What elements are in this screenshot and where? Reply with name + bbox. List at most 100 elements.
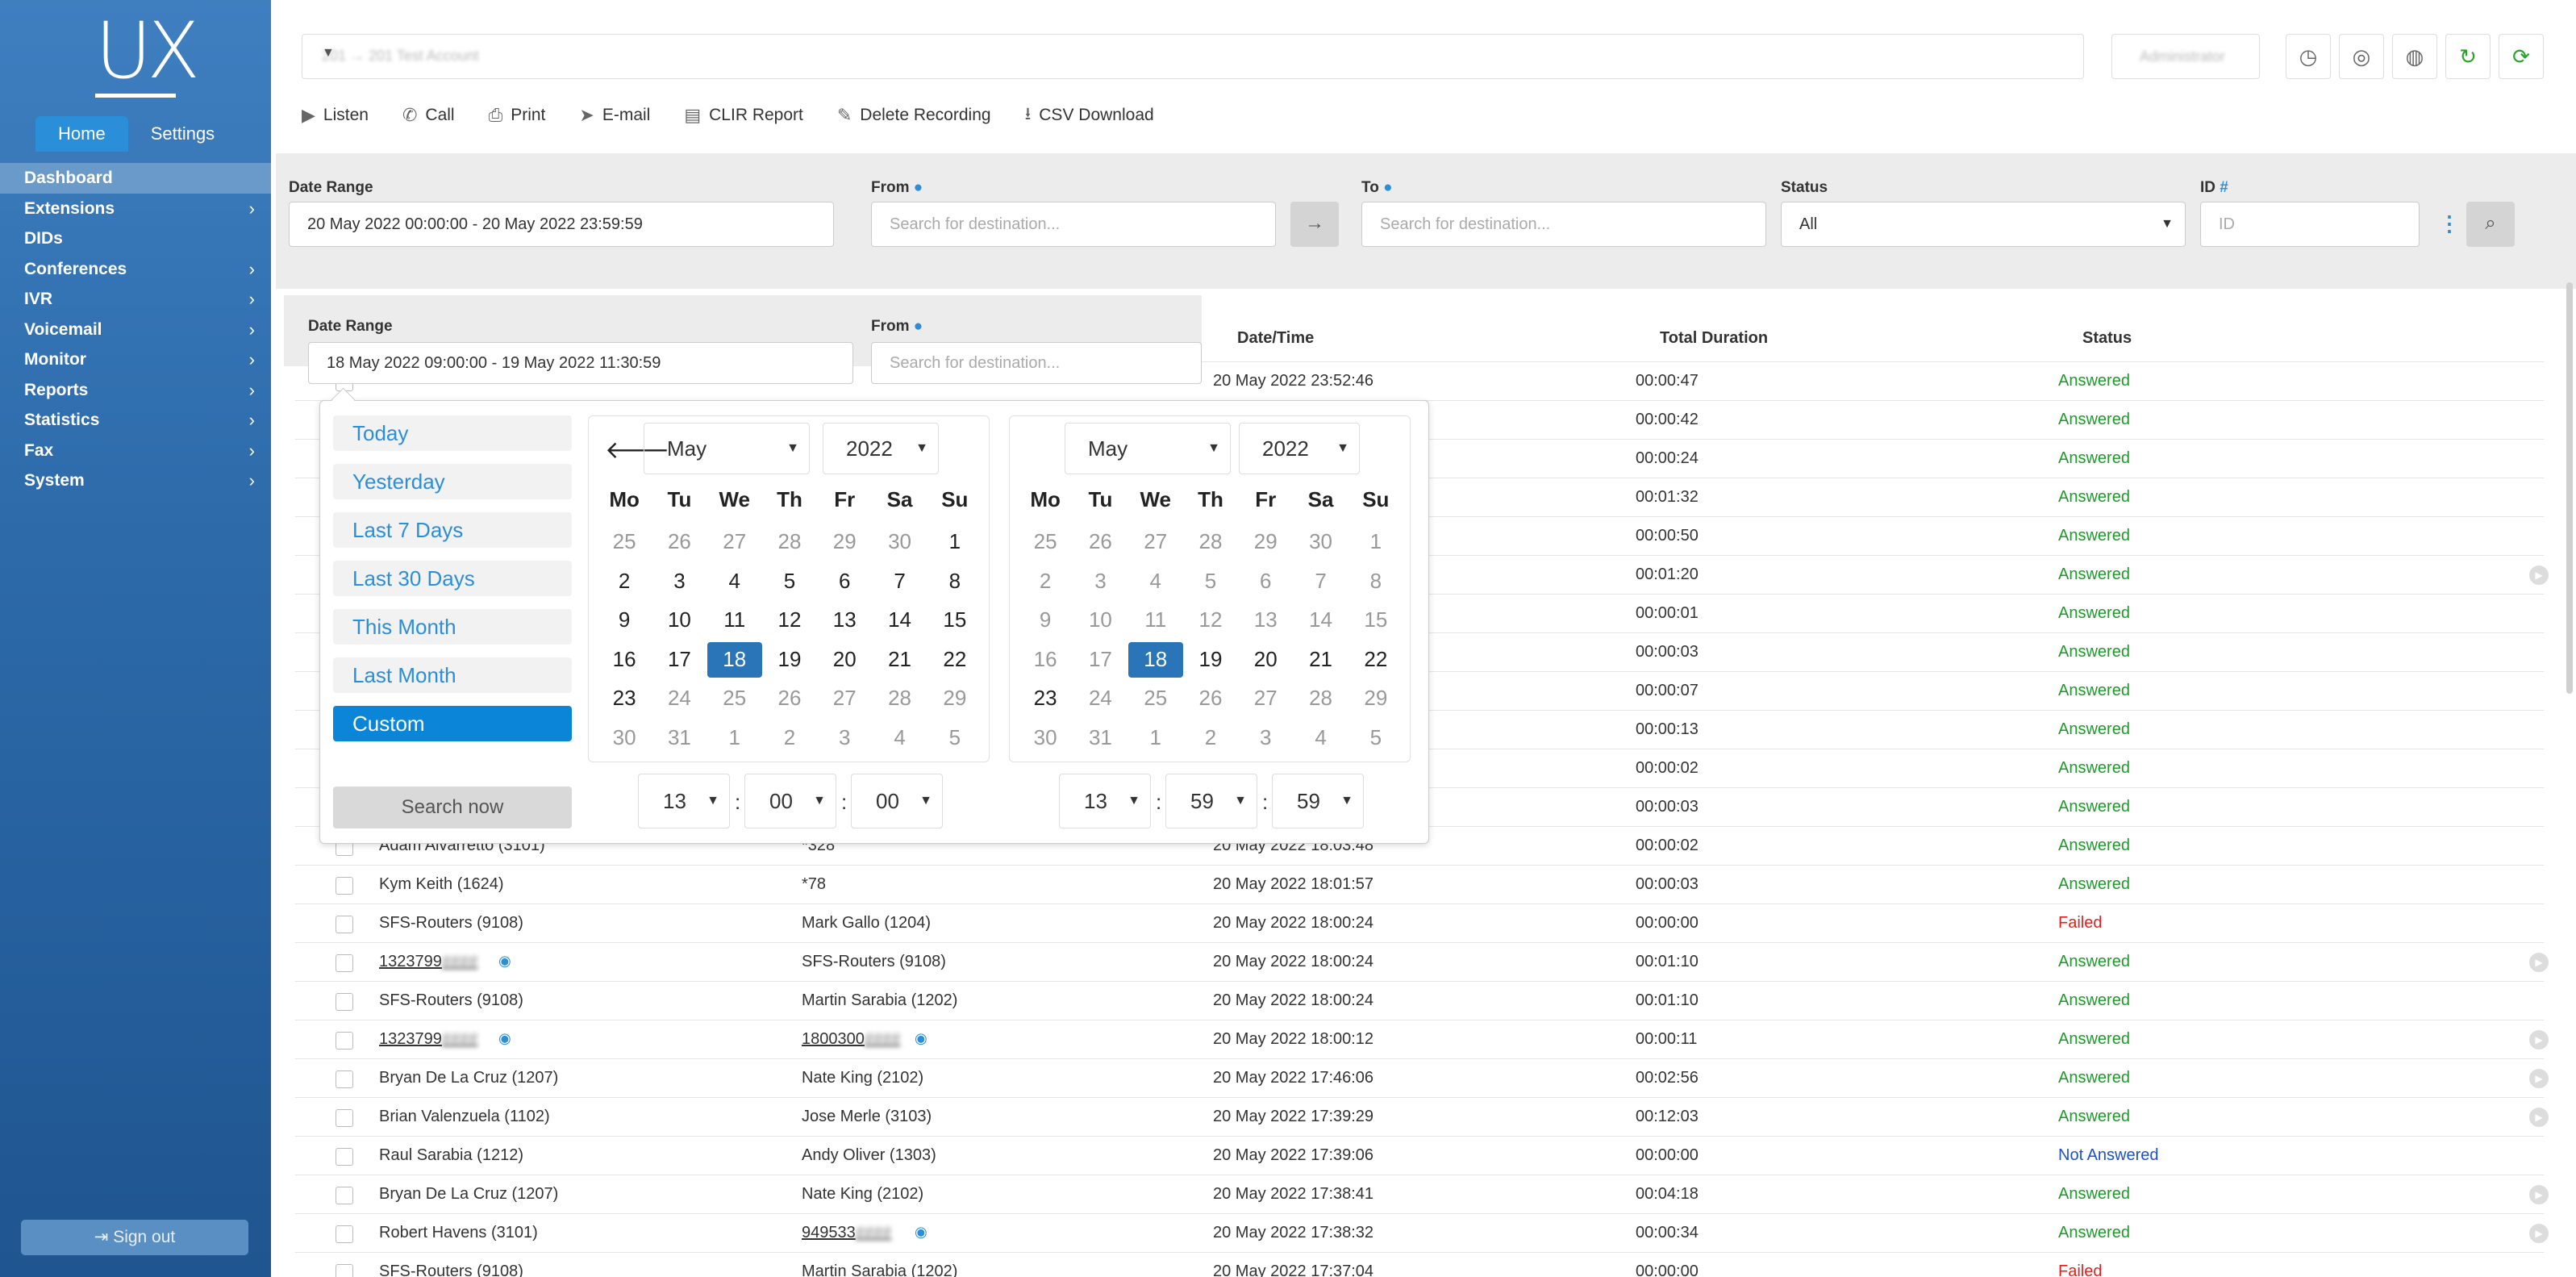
day-cell[interactable]: 5: [927, 719, 982, 758]
day-cell[interactable]: 13: [1238, 601, 1293, 641]
day-cell[interactable]: 6: [1238, 562, 1293, 602]
day-cell[interactable]: 25: [1018, 523, 1073, 562]
day-cell[interactable]: 22: [927, 641, 982, 680]
day-cell[interactable]: 20: [817, 641, 872, 680]
row-checkbox[interactable]: [336, 916, 353, 933]
sidebar-item-conferences[interactable]: Conferences ›: [0, 254, 271, 285]
day-cell[interactable]: 30: [597, 719, 652, 758]
day-cell[interactable]: 29: [1348, 679, 1403, 719]
email-button[interactable]: ➤ E-mail: [579, 100, 650, 131]
search-now-button[interactable]: Search now: [333, 787, 572, 828]
day-cell[interactable]: 28: [1293, 679, 1348, 719]
day-cell[interactable]: 18: [707, 641, 762, 678]
play-icon[interactable]: ▶: [2529, 565, 2549, 585]
sidebar-item-ivr[interactable]: IVR ›: [0, 284, 271, 315]
year-select-left[interactable]: 2022 ▼: [823, 423, 939, 474]
day-cell[interactable]: 5: [1348, 719, 1403, 758]
day-cell[interactable]: 23: [597, 679, 652, 719]
day-cell[interactable]: 13: [817, 601, 872, 641]
scrollbar[interactable]: [2566, 282, 2573, 694]
cell-from[interactable]: 1323799####: [379, 1030, 477, 1049]
day-cell[interactable]: 3: [1073, 562, 1128, 602]
day-cell[interactable]: 3: [1238, 719, 1293, 758]
day-cell[interactable]: 8: [1348, 562, 1403, 602]
range-today[interactable]: Today: [333, 415, 572, 451]
call-icon[interactable]: ◉: [498, 953, 511, 970]
tab-home[interactable]: Home: [35, 116, 128, 152]
day-cell[interactable]: 4: [1293, 719, 1348, 758]
second-select-left[interactable]: 00 ▼: [851, 774, 943, 828]
user-button[interactable]: Administrator: [2111, 34, 2260, 79]
range-last-30-days[interactable]: Last 30 Days: [333, 561, 572, 596]
day-cell[interactable]: 4: [707, 562, 762, 602]
row-checkbox[interactable]: [336, 1032, 353, 1050]
table-row[interactable]: Raul Sarabia (1212) Andy Oliver (1303) 20 …: [295, 1136, 2544, 1175]
day-cell[interactable]: 2: [597, 562, 652, 602]
table-row[interactable]: Bryan De La Cruz (1207) Nate King (2102) 2…: [295, 1058, 2549, 1097]
day-cell[interactable]: 28: [872, 679, 927, 719]
day-cell[interactable]: 9: [597, 601, 652, 641]
day-cell[interactable]: 27: [707, 523, 762, 562]
day-cell[interactable]: 14: [872, 601, 927, 641]
second-select-right[interactable]: 59 ▼: [1272, 774, 1364, 828]
day-cell[interactable]: 16: [1018, 641, 1073, 680]
sign-out-button[interactable]: ⇥ Sign out: [21, 1220, 248, 1255]
table-row[interactable]: SFS-Routers (9108) Martin Sarabia (1202) 2…: [295, 1252, 2544, 1277]
call-icon[interactable]: ◉: [915, 1030, 927, 1047]
day-cell[interactable]: 4: [872, 719, 927, 758]
day-cell[interactable]: 1: [927, 523, 982, 562]
day-cell[interactable]: 19: [1183, 641, 1238, 680]
sidebar-item-monitor[interactable]: Monitor ›: [0, 344, 271, 375]
search-button[interactable]: ⌕: [2466, 202, 2515, 247]
row-checkbox[interactable]: [336, 1070, 353, 1088]
table-row[interactable]: Robert Havens (3101) 949533#### ◉ 20 May 20…: [295, 1213, 2549, 1252]
account-select[interactable]: 201 → 201 Test Account ▼: [302, 34, 2084, 79]
day-cell[interactable]: 31: [1073, 719, 1128, 758]
clock-icon[interactable]: ◷: [2286, 34, 2331, 79]
hour-select-right[interactable]: 13 ▼: [1059, 774, 1151, 828]
day-cell[interactable]: 24: [1073, 679, 1128, 719]
sidebar-item-dids[interactable]: DIDs: [0, 223, 271, 254]
date-range-input[interactable]: 20 May 2022 00:00:00 - 20 May 2022 23:59…: [289, 202, 834, 247]
range-last-7-days[interactable]: Last 7 Days: [333, 512, 572, 548]
range-yesterday[interactable]: Yesterday: [333, 464, 572, 499]
day-cell[interactable]: 17: [1073, 641, 1128, 680]
row-checkbox[interactable]: [336, 1109, 353, 1127]
popup-from-input[interactable]: Search for destination...: [871, 342, 1202, 384]
day-cell[interactable]: 29: [927, 679, 982, 719]
day-cell[interactable]: 3: [652, 562, 707, 602]
auto-refresh-icon[interactable]: ⟳: [2499, 34, 2544, 79]
day-cell[interactable]: 26: [1073, 523, 1128, 562]
sidebar-item-extensions[interactable]: Extensions ›: [0, 194, 271, 224]
day-cell[interactable]: 29: [1238, 523, 1293, 562]
from-input[interactable]: Search for destination...: [871, 202, 1276, 247]
day-cell[interactable]: 22: [1348, 641, 1403, 680]
day-cell[interactable]: 17: [652, 641, 707, 680]
day-cell[interactable]: 21: [1293, 641, 1348, 680]
hour-select-left[interactable]: 13 ▼: [638, 774, 730, 828]
range-last-month[interactable]: Last Month: [333, 657, 572, 693]
table-row[interactable]: SFS-Routers (9108) Martin Sarabia (1202) 2…: [295, 981, 2544, 1020]
day-cell[interactable]: 30: [872, 523, 927, 562]
refresh-icon[interactable]: ↻: [2445, 34, 2491, 79]
print-button[interactable]: ⎙ Print: [489, 100, 546, 131]
cell-to[interactable]: 1800300####: [802, 1030, 900, 1049]
year-select-right[interactable]: 2022 ▼: [1239, 423, 1360, 474]
minute-select-right[interactable]: 59 ▼: [1165, 774, 1257, 828]
day-cell[interactable]: 18: [1128, 641, 1183, 678]
day-cell[interactable]: 8: [927, 562, 982, 602]
day-cell[interactable]: 7: [1293, 562, 1348, 602]
play-icon[interactable]: ▶: [2529, 1185, 2549, 1204]
day-cell[interactable]: 26: [1183, 679, 1238, 719]
row-checkbox[interactable]: [336, 877, 353, 895]
call-icon[interactable]: ◉: [498, 1030, 511, 1047]
cell-from[interactable]: 1323799####: [379, 953, 477, 971]
day-cell[interactable]: 28: [762, 523, 817, 562]
day-cell[interactable]: 1: [707, 719, 762, 758]
to-input[interactable]: Search for destination...: [1361, 202, 1766, 247]
col-status-header[interactable]: Status: [2082, 329, 2132, 361]
day-cell[interactable]: 4: [1128, 562, 1183, 602]
day-cell[interactable]: 10: [1073, 601, 1128, 641]
table-row[interactable]: SFS-Routers (9108) Mark Gallo (1204) 20 Ma…: [295, 903, 2544, 942]
sidebar-item-reports[interactable]: Reports ›: [0, 375, 271, 406]
